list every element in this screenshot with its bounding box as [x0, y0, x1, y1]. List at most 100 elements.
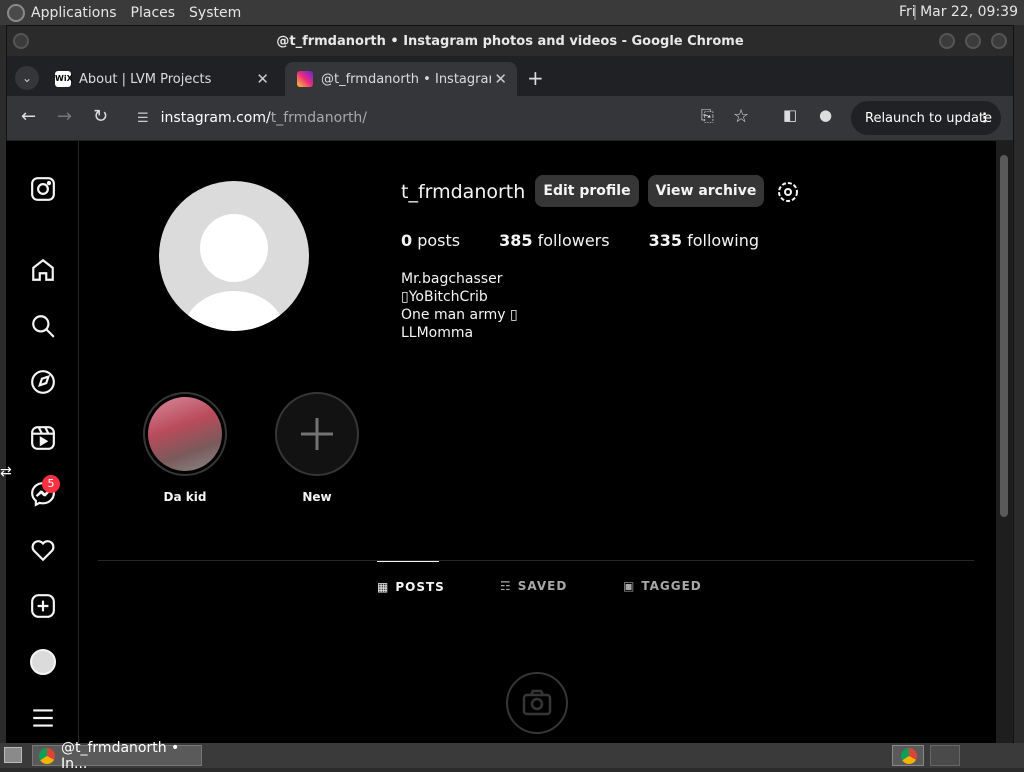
tab-saved[interactable]: ☶ SAVED: [500, 561, 567, 611]
posts-stat[interactable]: 0 posts: [401, 231, 460, 250]
tab-instagram[interactable]: @t_frmdanorth • Instagram ✕: [285, 62, 517, 96]
bio-line: Mr.bagchasser: [401, 271, 503, 287]
bookmark-star-icon[interactable]: ☆: [733, 106, 749, 127]
tab-tagged-label: TAGGED: [641, 579, 702, 593]
places-menu[interactable]: Places: [131, 5, 176, 21]
instagram-icon: [297, 71, 313, 87]
profile-picture[interactable]: [159, 181, 309, 331]
system-logo-icon[interactable]: [7, 3, 25, 22]
bio-line: One man army ▯: [401, 307, 518, 323]
show-desktop-icon[interactable]: [4, 747, 22, 763]
profile-stats: 0 posts 385 followers 335 following: [401, 231, 759, 250]
tab-strip: ⌄ WiX About | LVM Projects ✕ @t_frmdanor…: [7, 56, 1013, 96]
tab-tagged[interactable]: ▣ TAGGED: [623, 561, 702, 611]
more-menu-hamburger-icon[interactable]: [30, 705, 56, 731]
avatar-body-shape: [184, 291, 284, 331]
page-scrollbar[interactable]: [996, 141, 1012, 743]
side-panel-icon[interactable]: ◧: [783, 106, 797, 124]
address-bar[interactable]: ☰ instagram.com/t_frmdanorth/: [127, 101, 767, 135]
clock[interactable]: Fri Mar 22, 09:39: [899, 4, 1018, 20]
camera-icon: [522, 689, 552, 716]
create-icon[interactable]: [30, 593, 56, 619]
site-info-icon[interactable]: ☰: [137, 111, 149, 126]
workspace-switcher[interactable]: [892, 745, 924, 766]
taskbar-task-label: @t_frmdanorth • In...: [61, 739, 180, 772]
highlight-da-kid[interactable]: Da kid: [143, 392, 227, 504]
camera-placeholder: [506, 672, 568, 734]
profile-avatar-icon[interactable]: [30, 649, 56, 675]
highlight-label: New: [302, 490, 332, 504]
profile-bio: Mr.bagchasser ▯YoBitchCrib One man army …: [401, 270, 518, 342]
settings-gear-icon[interactable]: [776, 180, 800, 204]
notification-badge: 5: [42, 475, 60, 493]
following-label: following: [687, 231, 760, 250]
url-path: t_frmdanorth/: [270, 110, 368, 126]
mouse-cursor-icon: ⇄: [0, 464, 12, 480]
close-tab-icon[interactable]: ✕: [494, 70, 507, 88]
edit-profile-button[interactable]: Edit profile: [535, 175, 639, 207]
bio-line: ▯YoBitchCrib: [401, 289, 488, 305]
system-menu[interactable]: System: [189, 5, 241, 21]
notifications-heart-icon[interactable]: [30, 537, 56, 563]
explore-icon[interactable]: [30, 369, 56, 395]
instagram-sidebar: 5: [6, 141, 79, 743]
tab-posts[interactable]: ▦ POSTS: [377, 561, 444, 611]
window-titlebar[interactable]: @t_frmdanorth • Instagram photos and vid…: [7, 26, 1013, 56]
bottom-taskbar: @t_frmdanorth • In...: [0, 740, 1024, 772]
close-window-button[interactable]: [991, 33, 1007, 49]
tab-saved-label: SAVED: [517, 579, 568, 593]
maximize-button[interactable]: [965, 33, 981, 49]
reels-icon[interactable]: [30, 425, 56, 451]
instagram-page: 5 t_frmdanorth Edit profile View archive…: [6, 141, 996, 743]
plus-icon: [301, 418, 333, 450]
tab-search-button[interactable]: ⌄: [15, 66, 39, 90]
tab-posts-label: POSTS: [395, 579, 445, 594]
forward-icon[interactable]: →: [57, 106, 72, 127]
minimize-button[interactable]: [939, 33, 955, 49]
search-icon[interactable]: [30, 313, 56, 339]
bio-line: LLMomma: [401, 325, 474, 341]
followers-count: 385: [499, 231, 533, 250]
new-tab-button[interactable]: +: [527, 66, 544, 90]
relaunch-button[interactable]: Relaunch to update ⋮: [851, 101, 1001, 135]
install-app-icon[interactable]: ⎘: [701, 106, 714, 126]
following-count: 335: [648, 231, 682, 250]
tab-lvm-projects[interactable]: WiX About | LVM Projects ✕: [43, 62, 279, 96]
highlight-ring: [143, 392, 227, 476]
profile-icon[interactable]: ●: [819, 106, 832, 124]
more-menu-icon[interactable]: ⋮: [978, 111, 991, 126]
workspace-2[interactable]: [930, 745, 960, 766]
window-title: @t_frmdanorth • Instagram photos and vid…: [276, 33, 744, 49]
window-menu-button[interactable]: [13, 33, 29, 49]
top-panel: Applications Places System Fri Mar 22, 0…: [0, 0, 1024, 25]
highlight-ring: [275, 392, 359, 476]
instagram-logo-icon[interactable]: [30, 176, 56, 202]
messages-button[interactable]: 5: [30, 475, 60, 507]
avatar-head-shape: [200, 214, 268, 282]
posts-label: posts: [417, 231, 461, 250]
applications-menu[interactable]: Applications: [31, 5, 117, 21]
scrollbar-thumb[interactable]: [1000, 155, 1008, 517]
chrome-icon: [901, 748, 917, 764]
tab-label: About | LVM Projects: [79, 71, 212, 87]
profile-username: t_frmdanorth: [401, 181, 526, 203]
wix-icon: WiX: [55, 71, 73, 87]
highlight-cover-image: [148, 397, 222, 471]
reload-icon[interactable]: ↻: [93, 106, 108, 127]
url-host: instagram.com/: [160, 110, 271, 126]
home-icon[interactable]: [30, 257, 56, 283]
highlight-label: Da kid: [163, 490, 207, 504]
posts-count: 0: [401, 231, 413, 250]
taskbar-chrome-window[interactable]: @t_frmdanorth • In...: [32, 740, 202, 772]
following-stat[interactable]: 335 following: [649, 231, 759, 250]
chrome-icon: [39, 747, 55, 764]
tag-icon: ▣: [623, 579, 636, 593]
relaunch-label: Relaunch to update: [865, 110, 993, 126]
view-archive-button[interactable]: View archive: [648, 175, 764, 207]
grid-icon: ▦: [377, 579, 390, 594]
followers-label: followers: [537, 231, 610, 250]
close-tab-icon[interactable]: ✕: [256, 70, 269, 88]
followers-stat[interactable]: 385 followers: [499, 231, 609, 250]
back-icon[interactable]: ←: [21, 106, 36, 127]
highlight-new[interactable]: New: [275, 392, 359, 504]
